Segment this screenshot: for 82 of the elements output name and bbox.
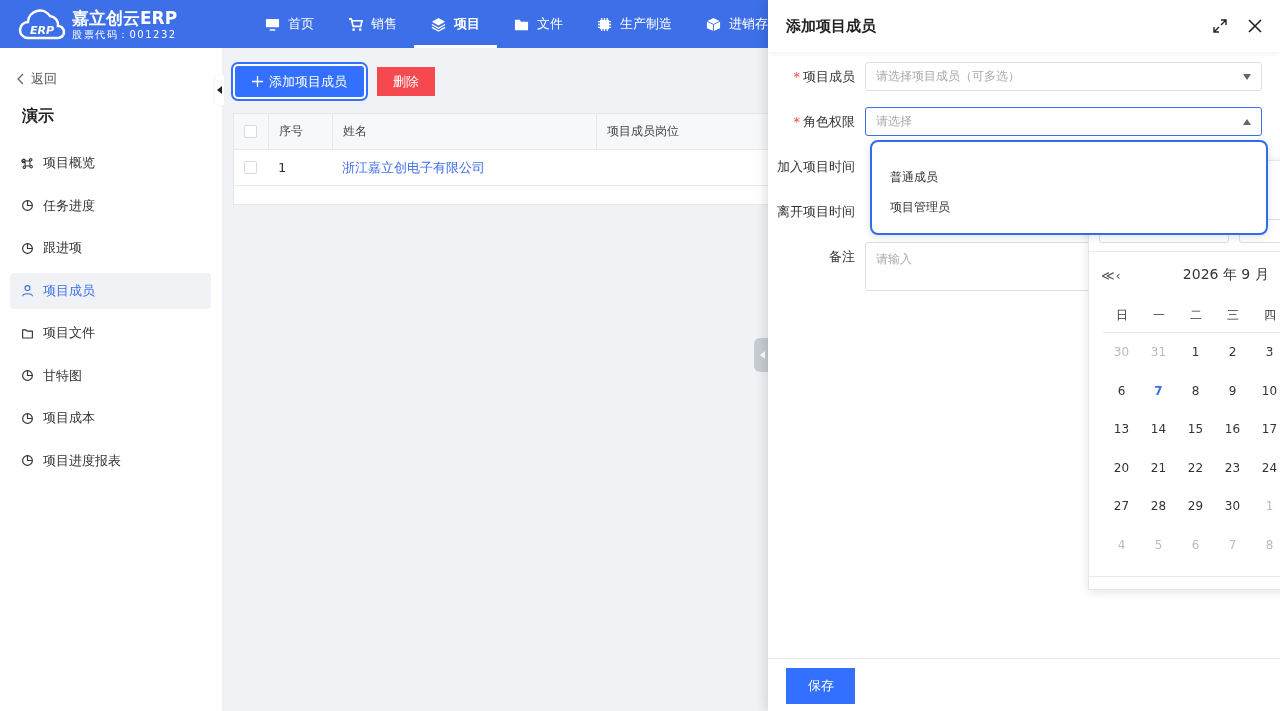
- calendar-day[interactable]: 21: [1140, 448, 1177, 487]
- pie-chart-icon: [21, 454, 34, 467]
- nav-tab[interactable]: 生产制造: [580, 0, 689, 48]
- weekday-label: 一: [1140, 298, 1177, 333]
- column-header: 姓名: [332, 114, 596, 149]
- form-label: 加入项目时间: [776, 158, 856, 176]
- user-icon: [21, 284, 34, 297]
- logo-text: ERP: [29, 24, 54, 39]
- monitor-icon: [265, 16, 280, 32]
- calendar-day[interactable]: 27: [1103, 487, 1140, 526]
- nav-tab[interactable]: 项目: [414, 0, 497, 48]
- dropdown-option[interactable]: 项目管理员: [872, 192, 1266, 222]
- weekday-label: 四: [1251, 298, 1280, 333]
- calendar-day[interactable]: 2: [1214, 333, 1251, 372]
- expand-icon[interactable]: [1213, 19, 1227, 33]
- form-label: 备注: [828, 248, 856, 266]
- calendar-day[interactable]: 24: [1251, 448, 1280, 487]
- sidebar-item[interactable]: 项目成员: [10, 272, 211, 309]
- form-label: * 项目成员: [792, 68, 856, 86]
- select-all-checkbox[interactable]: [244, 125, 257, 138]
- brand-name: 嘉立创云ERP: [72, 7, 178, 28]
- calendar-day[interactable]: 8: [1177, 371, 1214, 410]
- row-checkbox[interactable]: [244, 161, 257, 174]
- calendar-day[interactable]: 16: [1214, 410, 1251, 449]
- folder-icon: [21, 326, 34, 340]
- table-cell-text: 1: [277, 159, 288, 177]
- previous-month-button[interactable]: ‹: [1115, 267, 1121, 283]
- column-header: 序号: [268, 114, 332, 149]
- back-link[interactable]: 返回: [10, 70, 211, 88]
- previous-year-button[interactable]: ≪: [1101, 267, 1115, 283]
- sidebar-item[interactable]: 项目成本: [10, 400, 211, 436]
- calendar-day[interactable]: 6: [1103, 371, 1140, 410]
- weekday-label: 二: [1177, 298, 1214, 333]
- sidebar-item[interactable]: 项目概览: [10, 145, 211, 181]
- form-label: 离开项目时间: [776, 203, 856, 221]
- calendar-day[interactable]: 15: [1177, 410, 1214, 449]
- nav-tab[interactable]: 首页: [248, 0, 331, 48]
- save-button[interactable]: 保存: [786, 668, 855, 704]
- calendar-day[interactable]: 7: [1140, 371, 1177, 410]
- member-name-link[interactable]: 浙江嘉立创电子有限公司: [342, 158, 485, 177]
- caret-icon: [1243, 118, 1251, 125]
- sidebar-item[interactable]: 任务进度: [10, 187, 211, 224]
- pie-chart-icon: [21, 411, 34, 425]
- calendar-day[interactable]: 30: [1214, 487, 1251, 526]
- delete-button[interactable]: 删除: [377, 67, 435, 96]
- command-icon: [21, 156, 34, 170]
- dropdown-option[interactable]: 普通成员: [872, 162, 1266, 192]
- calendar-day[interactable]: 14: [1140, 410, 1177, 449]
- calendar-day[interactable]: 28: [1140, 487, 1177, 526]
- chip-icon: [597, 16, 612, 32]
- pie-chart-icon: [21, 199, 34, 212]
- cube-icon: [706, 16, 721, 32]
- pie-chart-icon: [21, 241, 34, 255]
- weekday-label: 三: [1214, 298, 1251, 333]
- calendar-day[interactable]: 29: [1177, 487, 1214, 526]
- calendar-day[interactable]: 23: [1214, 448, 1251, 487]
- sidebar-item[interactable]: 项目文件: [10, 315, 211, 351]
- weekday-label: 日: [1103, 298, 1140, 333]
- project-title: 演示: [22, 106, 55, 127]
- calendar-day[interactable]: 1: [1177, 333, 1214, 372]
- sidebar-item[interactable]: 项目进度报表: [10, 442, 211, 479]
- pie-chart-icon: [21, 369, 34, 382]
- plus-icon: [252, 76, 263, 87]
- chevron-left-icon: [16, 73, 25, 85]
- calendar-day[interactable]: 13: [1103, 410, 1140, 449]
- calendar-day[interactable]: 20: [1103, 448, 1140, 487]
- nav-tab[interactable]: 销售: [331, 0, 414, 48]
- sidebar-item[interactable]: 甘特图: [10, 357, 211, 394]
- calendar-day[interactable]: 22: [1177, 448, 1214, 487]
- calendar-day[interactable]: 9: [1214, 371, 1251, 410]
- close-icon[interactable]: [1248, 19, 1262, 33]
- cart-icon: [348, 16, 363, 32]
- calendar-day[interactable]: 17: [1251, 410, 1280, 449]
- caret-icon: [1243, 73, 1251, 80]
- calendar-day[interactable]: 3: [1251, 333, 1280, 372]
- drawer-title: 添加项目成员: [786, 16, 877, 36]
- layers-icon: [431, 16, 446, 32]
- nav-tab[interactable]: 文件: [497, 0, 580, 48]
- calendar-day[interactable]: 10: [1251, 371, 1280, 410]
- sidebar-item[interactable]: 跟进项: [10, 230, 211, 266]
- cloud-logo-icon: [18, 6, 66, 42]
- stock-code: 股票代码：001232: [72, 27, 178, 41]
